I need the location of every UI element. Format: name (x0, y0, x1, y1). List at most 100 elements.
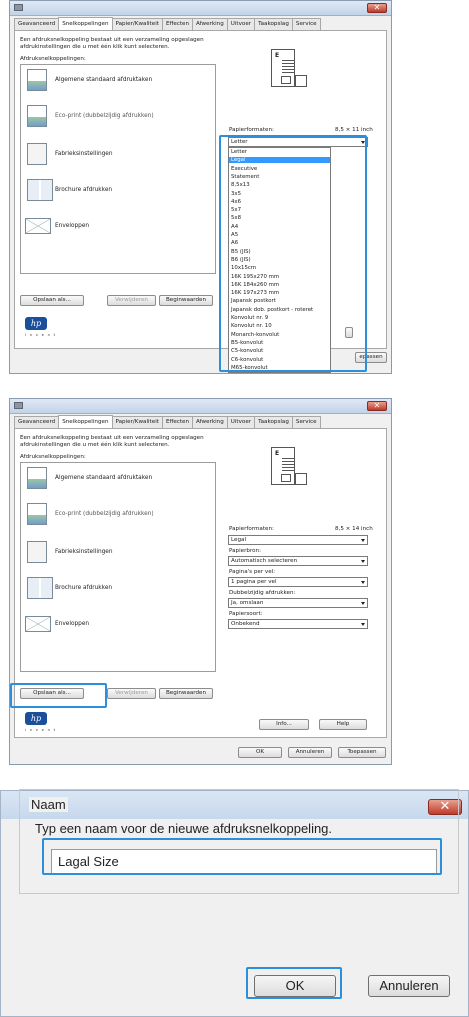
chevron-down-icon (361, 581, 365, 584)
shortcuts-list[interactable]: Algemene standaard afdruktaken Eco-print… (20, 462, 216, 672)
chevron-down-icon (361, 539, 365, 542)
help-button[interactable]: Help (319, 719, 367, 730)
paper-source-select[interactable]: Automatisch selecteren (228, 556, 368, 566)
paper-size-dimensions: 8,5 × 11 inch (335, 127, 373, 133)
tab-job-storage[interactable]: Taakopslag (254, 416, 293, 428)
sheet-icon: E (271, 49, 295, 87)
hp-invent-text: i n v e n t (25, 728, 57, 732)
hp-logo: hp (25, 317, 47, 330)
list-item-label: Fabrieksinstellingen (55, 549, 113, 555)
tab-finishing[interactable]: Afwerking (192, 18, 228, 30)
tab-paper-quality[interactable]: Papier/Kwaliteit (111, 18, 163, 30)
list-item[interactable]: Algemene standaard afdruktaken (25, 69, 211, 93)
tab-finishing[interactable]: Afwerking (192, 416, 228, 428)
cancel-button[interactable]: Annuleren (368, 975, 450, 997)
list-item[interactable]: Brochure afdrukken (25, 577, 211, 601)
delete-button[interactable]: Verwijderen (107, 295, 156, 306)
paper-type-value: Onbekend (231, 621, 260, 627)
paper-size-select[interactable]: Legal (228, 535, 368, 545)
paper-size-value: Legal (231, 537, 246, 543)
printer-icon (14, 402, 23, 409)
paper-source-label: Papierbron: (229, 548, 261, 554)
page-preview: E (267, 49, 307, 95)
tab-advanced[interactable]: Geavanceerd (14, 416, 60, 428)
tab-strip: Geavanceerd Snelkoppelingen Papier/Kwali… (14, 415, 321, 428)
list-item[interactable]: Enveloppen (25, 215, 211, 239)
tab-effects[interactable]: Effecten (161, 416, 194, 428)
pages-per-sheet-value: 1 pagina per vel (231, 579, 277, 585)
brochure-icon (27, 577, 53, 599)
chevron-down-icon (361, 623, 365, 626)
pages-per-sheet-label: Pagina's per vel: (229, 569, 276, 575)
shortcuts-list[interactable]: Algemene standaard afdruktaken Eco-print… (20, 64, 216, 274)
list-item[interactable]: Algemene standaard afdruktaken (25, 467, 211, 491)
close-button[interactable]: ✕ (367, 401, 387, 411)
list-item[interactable]: Fabrieksinstellingen (25, 541, 211, 565)
instruction-text: Typ een naam voor de nieuwe afdruksnelko… (35, 821, 333, 836)
blank-page-icon (27, 143, 47, 165)
close-button[interactable]: ✕ (367, 3, 387, 13)
pages-per-sheet-select[interactable]: 1 pagina per vel (228, 577, 368, 587)
list-item-label: Brochure afdrukken (55, 187, 113, 193)
chevron-down-icon (361, 560, 365, 563)
paper-size-dimensions: 8,5 × 14 inch (335, 526, 373, 532)
duplex-icon (295, 75, 307, 87)
chevron-down-icon (361, 602, 365, 605)
list-item[interactable]: Eco-print (dubbelzijdig afdrukken) (25, 503, 211, 527)
list-item[interactable]: Brochure afdrukken (25, 179, 211, 203)
list-item[interactable]: Fabrieksinstellingen (25, 143, 211, 167)
paper-size-label: Papierformaten: (229, 127, 274, 133)
brochure-icon (27, 179, 53, 201)
envelope-icon (25, 616, 51, 632)
duplex-document-icon (27, 503, 47, 525)
shortcuts-label: Afdruksnelkoppelingen: (20, 454, 86, 460)
tab-output[interactable]: Uitvoer (226, 416, 256, 428)
save-as-button[interactable]: Opslaan als... (20, 295, 84, 306)
paper-type-select[interactable]: Onbekend (228, 619, 368, 629)
tab-shortcuts[interactable]: Snelkoppelingen (58, 17, 113, 30)
envelope-icon (25, 218, 51, 234)
highlight-name-input (42, 838, 442, 875)
paper-size-label: Papierformaten: (229, 526, 274, 532)
tab-service[interactable]: Service (291, 416, 321, 428)
list-item-label: Eco-print (dubbelzijdig afdrukken) (55, 113, 154, 119)
tab-job-storage[interactable]: Taakopslag (254, 18, 293, 30)
apply-button[interactable]: Toepassen (338, 747, 386, 758)
duplex-select[interactable]: Ja, omslaan (228, 598, 368, 608)
delete-button[interactable]: Verwijderen (107, 688, 156, 699)
tab-effects[interactable]: Effecten (161, 18, 194, 30)
list-item-label: Algemene standaard afdruktaken (55, 475, 153, 481)
tab-shortcuts[interactable]: Snelkoppelingen (58, 415, 113, 428)
defaults-button[interactable]: Beginwaarden (159, 295, 213, 306)
document-icon (27, 467, 47, 489)
tab-paper-quality[interactable]: Papier/Kwaliteit (111, 416, 163, 428)
title-bar: ✕ (10, 1, 391, 16)
sheet-icon: E (271, 447, 295, 485)
description-text: Een afdruksnelkoppeling bestaat uit een … (20, 435, 204, 448)
list-item-label: Brochure afdrukken (55, 585, 113, 591)
highlight-paper-list (219, 135, 367, 372)
list-item[interactable]: Eco-print (dubbelzijdig afdrukken) (25, 105, 211, 129)
list-item-label: Algemene standaard afdruktaken (55, 77, 153, 83)
page-preview: E (267, 447, 307, 493)
paper-type-label: Papiersoort: (229, 611, 263, 617)
defaults-button[interactable]: Beginwaarden (159, 688, 213, 699)
blank-page-icon (27, 541, 47, 563)
duplex-icon (295, 473, 307, 485)
tab-service[interactable]: Service (291, 18, 321, 30)
hp-logo: hp (25, 712, 47, 725)
highlight-save-as (10, 683, 107, 708)
printer-icon (14, 4, 23, 11)
cancel-button[interactable]: Annuleren (288, 747, 332, 758)
info-button[interactable]: Info... (259, 719, 309, 730)
list-item-label: Eco-print (dubbelzijdig afdrukken) (55, 511, 154, 517)
hp-invent-text: i n v e n t (25, 333, 57, 337)
tab-output[interactable]: Uitvoer (226, 18, 256, 30)
highlight-ok-button (246, 967, 342, 999)
ok-button[interactable]: OK (238, 747, 282, 758)
duplex-value: Ja, omslaan (231, 600, 264, 606)
list-item[interactable]: Enveloppen (25, 613, 211, 637)
tab-advanced[interactable]: Geavanceerd (14, 18, 60, 30)
title-bar: ✕ (10, 399, 391, 414)
paper-source-value: Automatisch selecteren (231, 558, 298, 564)
